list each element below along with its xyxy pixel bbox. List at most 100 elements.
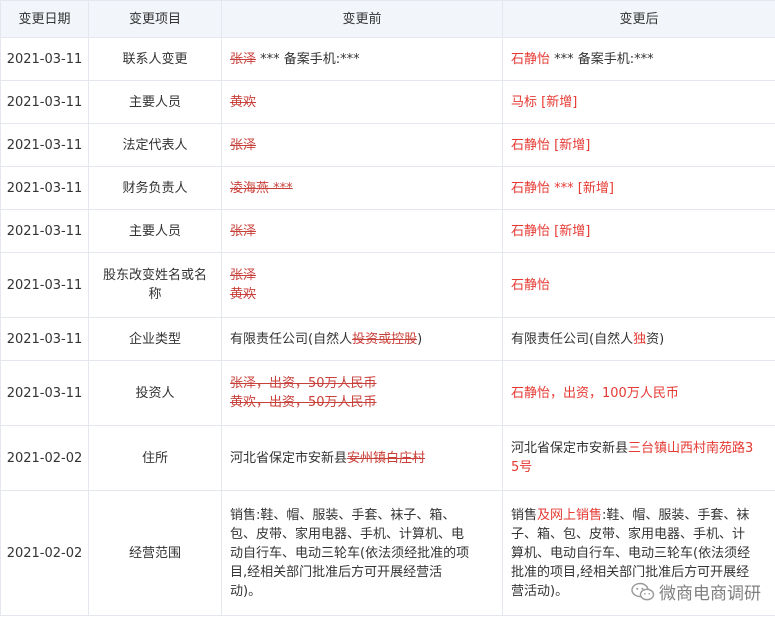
- cell-line: 张泽: [230, 266, 494, 285]
- cell-line: 黄欢: [230, 285, 494, 304]
- table-row: 2021-03-11 企业类型 有限责任公司(自然人投资或控股) 有限责任公司(自然人…: [0, 317, 775, 361]
- cell-line: 子、箱、包、皮带、家用电器、手机、计: [511, 525, 767, 544]
- after-value: 河北省保定市安新县三台镇山西村南苑路3 5号: [502, 425, 775, 491]
- cell-text: 包、皮带、家用电器、手机、计算机、电: [230, 526, 465, 542]
- cell-line: 张泽: [230, 222, 494, 241]
- cell-line: 张泽 *** 备案手机:***: [230, 50, 494, 69]
- item-line: 主要人员: [128, 94, 181, 110]
- change-item: 主要人员: [88, 209, 222, 253]
- header-after: 变更后: [502, 0, 775, 38]
- table-header-row: 变更日期 变更项目 变更前 变更后: [0, 0, 775, 38]
- before-value: 销售:鞋、帽、服装、手套、袜子、箱、 包、皮带、家用电器、手机、计算机、电 动自行车…: [221, 490, 503, 616]
- after-value: 有限责任公司(自然人独资): [502, 317, 775, 361]
- change-item: 法定代表人: [88, 123, 222, 167]
- cell-line: 石静怡 *** [新增]: [511, 179, 767, 198]
- cell-line: 黄欢: [230, 93, 494, 112]
- item-line: 住所: [141, 450, 168, 466]
- cell-line: 有限责任公司(自然人独资): [511, 330, 767, 349]
- after-value: 石静怡: [502, 252, 775, 318]
- item-line: 主要人员: [128, 223, 181, 239]
- cell-text: *** 备案手机:***: [550, 51, 654, 67]
- after-value: 石静怡 [新增]: [502, 123, 775, 167]
- before-value: 有限责任公司(自然人投资或控股): [221, 317, 503, 361]
- change-date: 2021-03-11: [0, 80, 89, 124]
- cell-line: 马标 [新增]: [511, 93, 767, 112]
- change-item: 主要人员: [88, 80, 222, 124]
- cell-text: 算机、电动自行车、电动三轮车(依法须经: [511, 545, 751, 561]
- cell-line: 销售及网上销售:鞋、帽、服装、手套、袜: [511, 506, 767, 525]
- cell-line: 河北省保定市安新县三台镇山西村南苑路3: [511, 439, 767, 458]
- cell-line: 张泽: [230, 136, 494, 155]
- cell-line: 河北省保定市安新县安州镇白庄村: [230, 449, 494, 468]
- header-change-item: 变更项目: [88, 0, 222, 38]
- added-text: 马标 [新增]: [511, 94, 578, 110]
- added-text: 石静怡 [新增]: [511, 137, 591, 153]
- cell-line: 石静怡 *** 备案手机:***: [511, 50, 767, 69]
- change-date: 2021-03-11: [0, 37, 89, 81]
- change-date: 2021-03-11: [0, 166, 89, 210]
- before-value: 凌海燕 ***: [221, 166, 503, 210]
- change-date: 2021-03-11: [0, 123, 89, 167]
- item-line: 财务负责人: [122, 180, 188, 196]
- header-before: 变更前: [221, 0, 503, 38]
- added-text: 石静怡，出资，100万人民币: [511, 385, 679, 401]
- change-date: 2021-03-11: [0, 252, 89, 318]
- cell-text: ): [417, 331, 423, 347]
- cell-text: 销售: [511, 507, 538, 523]
- item-line: 法定代表人: [122, 137, 188, 153]
- table-row: 2021-03-11 法定代表人 张泽 石静怡 [新增]: [0, 123, 775, 167]
- change-item: 投资人: [88, 360, 222, 426]
- cell-line: 5号: [511, 458, 767, 477]
- added-text: 石静怡: [511, 277, 551, 293]
- watermark: 微商电商调研: [631, 579, 761, 604]
- table-row: 2021-03-11 财务负责人 凌海燕 *** 石静怡 *** [新增]: [0, 166, 775, 210]
- cell-text: 有限责任公司(自然人: [511, 331, 634, 347]
- removed-text: 凌海燕 ***: [230, 180, 293, 196]
- cell-text: 有限责任公司(自然人: [230, 331, 353, 347]
- cell-text: 批准的项目,经相关部门批准后方可开展经: [511, 564, 750, 580]
- change-item: 财务负责人: [88, 166, 222, 210]
- added-text: 石静怡 *** [新增]: [511, 180, 614, 196]
- cell-text: 子、箱、包、皮带、家用电器、手机、计: [511, 526, 746, 542]
- table-row: 2021-03-11 股东改变姓名或名称张泽 黄欢 石静怡: [0, 252, 775, 318]
- before-value: 张泽 黄欢: [221, 252, 503, 318]
- added-text: 石静怡 [新增]: [511, 223, 591, 239]
- cell-text: 资): [646, 331, 665, 347]
- cell-line: 石静怡，出资，100万人民币: [511, 384, 767, 403]
- cell-line: 石静怡: [511, 276, 767, 295]
- table-row: 2021-02-02 住所 河北省保定市安新县安州镇白庄村 河北省保定市安新县三台镇山…: [0, 425, 775, 491]
- item-line: 企业类型: [128, 331, 181, 347]
- before-value: 河北省保定市安新县安州镇白庄村: [221, 425, 503, 491]
- before-value: 黄欢: [221, 80, 503, 124]
- change-date: 2021-02-02: [0, 425, 89, 491]
- item-line: 经营范围: [128, 545, 181, 561]
- removed-text: 张泽: [230, 137, 257, 153]
- cell-line: 有限责任公司(自然人投资或控股): [230, 330, 494, 349]
- item-line: 称: [148, 287, 162, 302]
- cell-line: 包、皮带、家用电器、手机、计算机、电: [230, 525, 494, 544]
- cell-line: 凌海燕 ***: [230, 179, 494, 198]
- added-text: 5号: [511, 460, 533, 475]
- cell-text: 营活动)。: [511, 583, 569, 599]
- cell-line: 动)。: [230, 582, 494, 601]
- change-item: 企业类型: [88, 317, 222, 361]
- before-value: 张泽 *** 备案手机:***: [221, 37, 503, 81]
- change-item: 经营范围: [88, 490, 222, 616]
- table-row: 2021-03-11 联系人变更 张泽 *** 备案手机:*** 石静怡 *** 备案…: [0, 37, 775, 81]
- cell-text: 目,经相关部门批准后方可开展经营活: [230, 564, 443, 580]
- change-record-table: 变更日期 变更项目 变更前 变更后 2021-03-11 联系人变更 张泽 *** …: [0, 0, 775, 616]
- after-value: 石静怡 *** [新增]: [502, 166, 775, 210]
- after-value: 石静怡 *** 备案手机:***: [502, 37, 775, 81]
- removed-text: 黄欢: [230, 287, 257, 302]
- change-date: 2021-03-11: [0, 209, 89, 253]
- added-text: 及网上销售: [537, 507, 603, 523]
- change-date: 2021-03-11: [0, 317, 89, 361]
- cell-line: 石静怡 [新增]: [511, 136, 767, 155]
- item-line: 投资人: [135, 385, 175, 401]
- removed-text: 安州镇白庄村: [347, 450, 426, 466]
- cell-text: *** 备案手机:***: [256, 51, 360, 67]
- cell-text: 河北省保定市安新县: [230, 450, 348, 466]
- cell-line: 黄欢，出资，50万人民币: [230, 393, 494, 412]
- change-date: 2021-02-02: [0, 490, 89, 616]
- added-text: 石静怡: [511, 51, 551, 67]
